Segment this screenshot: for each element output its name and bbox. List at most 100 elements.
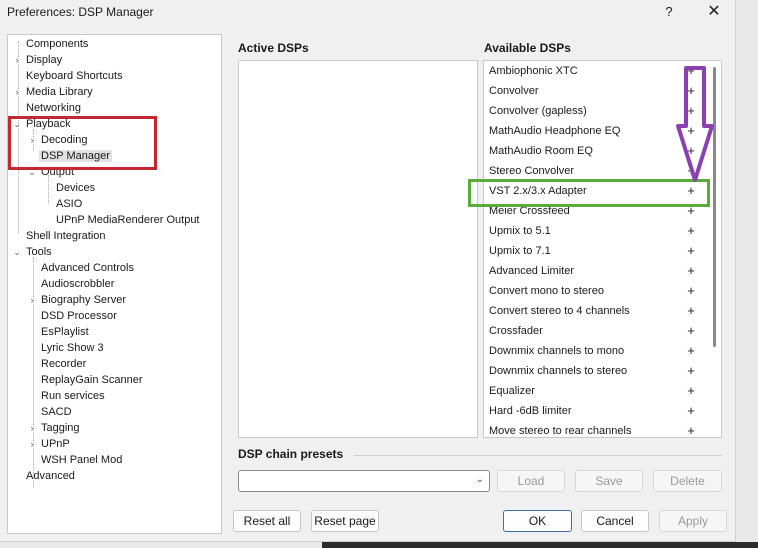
available-dsp-item[interactable]: Convert stereo to 4 channels + (484, 301, 708, 321)
chevron-right-icon[interactable]: › (27, 292, 37, 308)
available-dsp-label: Upmix to 7.1 (489, 245, 551, 257)
chevron-down-icon[interactable]: ⌄ (12, 244, 22, 260)
tree-item-upnp-mediarenderer-output[interactable]: UPnP MediaRenderer Output (54, 212, 202, 228)
tree-item-dsd-processor[interactable]: DSD Processor (39, 308, 119, 324)
add-icon[interactable]: + (684, 381, 698, 401)
available-dsp-label: Equalizer (489, 385, 535, 397)
chevron-right-icon[interactable]: › (12, 52, 22, 68)
tree-item-display[interactable]: › Display (16, 52, 64, 68)
tree-item-media-library[interactable]: › Media Library (16, 84, 95, 100)
apply-button[interactable]: Apply (659, 510, 727, 532)
tree-item-lyric-show-3[interactable]: Lyric Show 3 (39, 340, 106, 356)
available-dsp-item[interactable]: Convert mono to stereo + (484, 281, 708, 301)
reset-page-button[interactable]: Reset page (311, 510, 379, 532)
available-dsp-item[interactable]: Equalizer + (484, 381, 708, 401)
tree-item-label: Tools (26, 246, 52, 258)
available-dsp-item[interactable]: Hard -6dB limiter + (484, 401, 708, 421)
add-icon[interactable]: + (684, 361, 698, 381)
add-icon[interactable]: + (684, 221, 698, 241)
tree-item-label: Recorder (41, 358, 87, 370)
save-button[interactable]: Save (575, 470, 643, 492)
tree-item-shell-integration[interactable]: Shell Integration (24, 228, 108, 244)
reset-all-button[interactable]: Reset all (233, 510, 301, 532)
tree-item-keyboard-shortcuts[interactable]: Keyboard Shortcuts (24, 68, 125, 84)
available-dsp-label: Move stereo to rear channels (489, 425, 632, 437)
load-button[interactable]: Load (497, 470, 565, 492)
close-icon[interactable]: ✕ (697, 0, 731, 24)
tree-item-replaygain-scanner[interactable]: ReplayGain Scanner (39, 372, 145, 388)
available-dsp-label: Crossfader (489, 325, 543, 337)
add-icon[interactable]: + (684, 241, 698, 261)
tree-item-label: Keyboard Shortcuts (26, 70, 123, 82)
available-dsp-item[interactable]: Downmix channels to mono + (484, 341, 708, 361)
tree-item-label: DSD Processor (41, 310, 117, 322)
tree-item-tagging[interactable]: › Tagging (31, 420, 82, 436)
help-icon[interactable]: ? (652, 0, 686, 24)
tree-item-wsh-panel-mod[interactable]: WSH Panel Mod (39, 452, 124, 468)
tree-item-upnp[interactable]: › UPnP (31, 436, 72, 452)
available-dsp-label: Downmix channels to mono (489, 345, 625, 357)
active-dsps-list[interactable] (238, 60, 478, 438)
tree-item-tools[interactable]: ⌄ Tools (13, 244, 54, 260)
available-dsp-item[interactable]: Upmix to 5.1 + (484, 221, 708, 241)
tree-item-esplaylist[interactable]: EsPlaylist (39, 324, 91, 340)
tree-item-label: Networking (26, 102, 82, 114)
tree-item-label: ReplayGain Scanner (41, 374, 143, 386)
tree-item-advanced[interactable]: Advanced (24, 468, 77, 484)
add-icon[interactable]: + (684, 301, 698, 321)
tree-item-label: Advanced (26, 470, 75, 482)
tree-item-label: Audioscrobbler (41, 278, 115, 290)
tree-item-asio[interactable]: ASIO (54, 196, 84, 212)
tree-item-label: UPnP MediaRenderer Output (56, 214, 200, 226)
available-dsp-label: Stereo Convolver (489, 165, 574, 177)
available-dsp-label: Advanced Limiter (489, 265, 574, 277)
tree-item-label: Media Library (26, 86, 93, 98)
available-dsp-item[interactable]: Upmix to 7.1 + (484, 241, 708, 261)
add-icon[interactable]: + (684, 321, 698, 341)
background-strip (736, 0, 758, 548)
available-dsp-label: Ambiophonic XTC (489, 65, 578, 77)
add-icon[interactable]: + (684, 401, 698, 421)
ok-button[interactable]: OK (503, 510, 572, 532)
available-dsps-title: Available DSPs (484, 41, 571, 55)
tree-item-biography-server[interactable]: › Biography Server (31, 292, 128, 308)
add-icon[interactable]: + (684, 421, 698, 437)
tree-item-label: Biography Server (41, 294, 126, 306)
dsp-chain-presets-title: DSP chain presets (238, 447, 344, 461)
tree-item-components[interactable]: Components (24, 36, 90, 52)
preferences-dialog: Preferences: DSP Manager ? ✕ Components ›… (0, 0, 736, 542)
chevron-down-icon: ⌄ (475, 474, 484, 485)
available-dsp-label: MathAudio Room EQ (489, 145, 593, 157)
add-icon[interactable]: + (684, 261, 698, 281)
delete-button[interactable]: Delete (653, 470, 722, 492)
available-dsp-item[interactable]: Advanced Limiter + (484, 261, 708, 281)
available-dsp-label: Convolver (489, 85, 539, 97)
available-dsp-item[interactable]: Move stereo to rear channels + (484, 421, 708, 437)
chevron-right-icon[interactable]: › (12, 84, 22, 100)
add-icon[interactable]: + (684, 341, 698, 361)
red-highlight-box (8, 116, 157, 170)
available-dsp-item[interactable]: Crossfader + (484, 321, 708, 341)
available-dsp-label: MathAudio Headphone EQ (489, 125, 621, 137)
chevron-right-icon[interactable]: › (27, 420, 37, 436)
tree-item-sacd[interactable]: SACD (39, 404, 74, 420)
tree-item-label: Devices (56, 182, 96, 194)
tree-item-label: Advanced Controls (41, 262, 134, 274)
tree-item-advanced-controls[interactable]: Advanced Controls (39, 260, 136, 276)
active-dsps-title: Active DSPs (238, 41, 309, 55)
add-icon[interactable]: + (684, 281, 698, 301)
preset-combo[interactable]: ⌄ (238, 470, 490, 492)
tree-item-label: Lyric Show 3 (41, 342, 104, 354)
tree-item-run-services[interactable]: Run services (39, 388, 107, 404)
presets-divider (354, 455, 722, 456)
available-dsp-item[interactable]: Downmix channels to stereo + (484, 361, 708, 381)
tree-item-devices[interactable]: Devices (54, 180, 97, 196)
background-bottom (0, 542, 758, 548)
chevron-right-icon[interactable]: › (27, 436, 37, 452)
tree-item-label: Display (26, 54, 63, 66)
tree-item-networking[interactable]: Networking (24, 100, 83, 116)
available-dsp-label: Convert stereo to 4 channels (489, 305, 630, 317)
cancel-button[interactable]: Cancel (581, 510, 649, 532)
tree-item-audioscrobbler[interactable]: Audioscrobbler (39, 276, 116, 292)
tree-item-recorder[interactable]: Recorder (39, 356, 88, 372)
